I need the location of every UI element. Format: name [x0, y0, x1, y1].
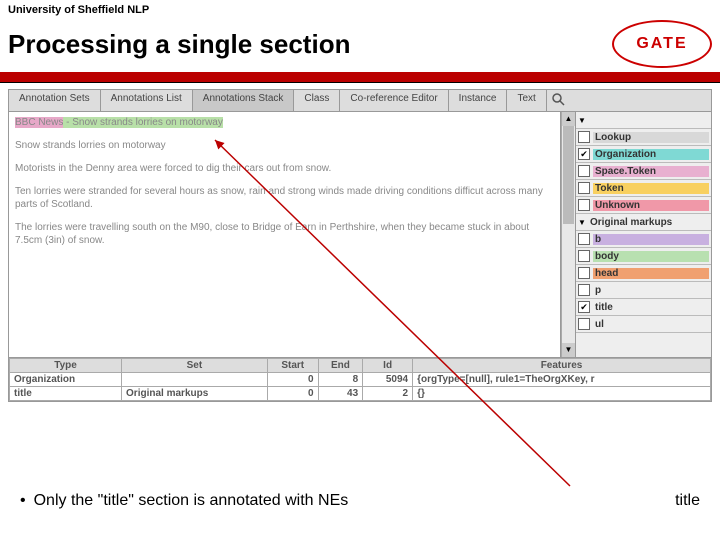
scroll-up-icon[interactable]: ▲: [562, 112, 575, 126]
checkbox[interactable]: [578, 250, 590, 262]
tab-annotation-sets[interactable]: Annotation Sets: [9, 90, 101, 111]
tab-class[interactable]: Class: [294, 90, 340, 111]
set-unknown[interactable]: Unknown: [576, 197, 711, 214]
bullet-text: Only the "title" section is annotated wi…: [34, 492, 349, 510]
col-features[interactable]: Features: [413, 359, 711, 373]
col-end[interactable]: End: [318, 359, 363, 373]
set-organization[interactable]: ✔Organization: [576, 146, 711, 163]
doc-paragraph: Snow strands lorries on motorway: [15, 139, 554, 152]
set-ul[interactable]: ul: [576, 316, 711, 333]
tab-text[interactable]: Text: [507, 90, 546, 111]
scroll-thumb[interactable]: [563, 126, 574, 224]
set-head[interactable]: head: [576, 265, 711, 282]
annotation-organization[interactable]: BBC News: [15, 117, 63, 128]
col-start[interactable]: Start: [267, 359, 318, 373]
table-row[interactable]: Organization 0 8 5094 {orgType=[null], r…: [10, 373, 711, 387]
checkbox[interactable]: [578, 131, 590, 143]
annotation-title[interactable]: - Snow strands lorries on motorway: [63, 117, 223, 128]
gate-app-screenshot: Annotation Sets Annotations List Annotat…: [8, 89, 712, 402]
annotation-sets-panel: ▼ Lookup ✔Organization Space.Token Token…: [575, 112, 711, 357]
scrollbar[interactable]: ▲ ▼: [561, 112, 575, 357]
checkbox[interactable]: [578, 182, 590, 194]
set-token[interactable]: Token: [576, 180, 711, 197]
institution-label: University of Sheffield NLP: [0, 0, 720, 20]
annotation-details-table: Type Set Start End Id Features Organizat…: [8, 358, 712, 402]
bullet-dot-icon: •: [20, 492, 26, 510]
logo-text: GATE: [612, 20, 712, 68]
tab-instance[interactable]: Instance: [449, 90, 508, 111]
tab-bar: Annotation Sets Annotations List Annotat…: [8, 89, 712, 112]
checkbox[interactable]: ✔: [578, 301, 590, 313]
search-icon[interactable]: [547, 90, 569, 111]
page-title: Processing a single section: [8, 29, 350, 60]
checkbox[interactable]: ✔: [578, 148, 590, 160]
set-original-markups-header[interactable]: ▼Original markups: [576, 214, 711, 231]
set-space-token[interactable]: Space.Token: [576, 163, 711, 180]
checkbox[interactable]: [578, 165, 590, 177]
tab-coreference[interactable]: Co-reference Editor: [340, 90, 448, 111]
set-group-header[interactable]: ▼: [576, 112, 711, 129]
doc-paragraph: The lorries were travelling south on the…: [15, 221, 554, 247]
tab-annotations-list[interactable]: Annotations List: [101, 90, 193, 111]
thin-divider: [0, 82, 720, 83]
checkbox[interactable]: [578, 318, 590, 330]
col-set[interactable]: Set: [122, 359, 268, 373]
col-id[interactable]: Id: [363, 359, 413, 373]
checkbox[interactable]: [578, 284, 590, 296]
checkbox[interactable]: [578, 267, 590, 279]
red-divider: [0, 72, 720, 82]
set-b[interactable]: b: [576, 231, 711, 248]
tab-annotations-stack[interactable]: Annotations Stack: [193, 90, 295, 111]
scroll-down-icon[interactable]: ▼: [562, 343, 575, 357]
gate-logo: GATE: [612, 20, 712, 68]
document-pane[interactable]: BBC News - Snow strands lorries on motor…: [9, 112, 561, 357]
set-p[interactable]: p: [576, 282, 711, 299]
checkbox[interactable]: [578, 199, 590, 211]
table-row[interactable]: title Original markups 0 43 2 {}: [10, 387, 711, 401]
set-lookup[interactable]: Lookup: [576, 129, 711, 146]
bullet-point: • Only the "title" section is annotated …: [20, 492, 348, 510]
set-body[interactable]: body: [576, 248, 711, 265]
col-type[interactable]: Type: [10, 359, 122, 373]
doc-paragraph: Motorists in the Denny area were forced …: [15, 162, 554, 175]
checkbox[interactable]: [578, 233, 590, 245]
doc-paragraph: Ten lorries were stranded for several ho…: [15, 185, 554, 211]
set-title[interactable]: ✔title: [576, 299, 711, 316]
aside-label: title: [675, 492, 700, 510]
